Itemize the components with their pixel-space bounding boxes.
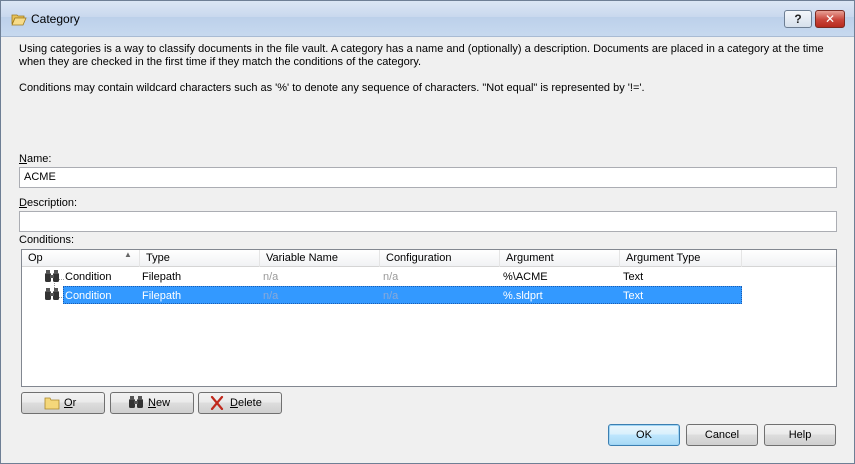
list-header: Op ▲ Type Variable Name Configuration Ar…	[22, 250, 836, 267]
new-button[interactable]: New	[110, 392, 194, 414]
name-input[interactable]: ACME	[19, 167, 837, 188]
binoculars-icon	[45, 270, 59, 282]
description-input[interactable]	[19, 211, 837, 232]
red-x-icon	[210, 396, 224, 410]
conditions-list[interactable]: Op ▲ Type Variable Name Configuration Ar…	[21, 249, 837, 387]
ok-button[interactable]: OK	[608, 424, 680, 446]
category-dialog: Category ? ✕ Using categories is a way t…	[0, 0, 855, 464]
folder-icon	[44, 397, 60, 410]
delete-button[interactable]: Delete	[198, 392, 282, 414]
column-header-variable-name[interactable]: Variable Name	[260, 250, 380, 267]
column-header-argument[interactable]: Argument	[500, 250, 620, 267]
binoculars-icon	[45, 288, 59, 300]
folder-open-icon	[11, 14, 27, 26]
binoculars-icon	[129, 396, 143, 408]
table-row[interactable]: Condition Filepath n/a n/a %\ACME Text	[22, 268, 742, 286]
window-title: Category	[31, 12, 80, 26]
cell-variable-name: n/a	[263, 271, 279, 283]
cell-argument-type: Text	[623, 290, 644, 302]
table-row-selected[interactable]: Condition Filepath n/a n/a %.sldprt Text	[63, 286, 742, 304]
dialog-body: Using categories is a way to classify do…	[1, 37, 854, 463]
title-bar[interactable]: Category ? ✕	[1, 1, 854, 37]
cell-variable-name: n/a	[263, 290, 279, 302]
cell-argument-type: Text	[623, 271, 644, 283]
description-label: Description:	[19, 197, 78, 209]
intro-paragraph-2: Conditions may contain wildcard characte…	[19, 82, 645, 94]
name-label: Name:	[19, 153, 52, 165]
cell-configuration: n/a	[383, 271, 399, 283]
cell-op: Condition	[65, 271, 112, 283]
cancel-button[interactable]: Cancel	[686, 424, 758, 446]
cell-configuration: n/a	[383, 290, 399, 302]
cell-op: Condition	[65, 290, 112, 302]
column-header-argument-type[interactable]: Argument Type	[620, 250, 742, 267]
cell-argument: %.sldprt	[503, 290, 543, 302]
conditions-label: Conditions:	[19, 234, 75, 246]
or-button[interactable]: Or	[21, 392, 105, 414]
cell-argument: %\ACME	[503, 271, 548, 283]
help-button[interactable]: Help	[764, 424, 836, 446]
sort-ascending-icon: ▲	[124, 250, 132, 259]
title-help-button[interactable]: ?	[784, 10, 812, 28]
intro-paragraph-1: Using categories is a way to classify do…	[19, 43, 824, 68]
intro-text: Using categories is a way to classify do…	[19, 43, 839, 108]
column-header-type[interactable]: Type	[140, 250, 260, 267]
title-close-button[interactable]: ✕	[815, 10, 845, 28]
cell-type: Filepath	[142, 271, 182, 283]
cell-type: Filepath	[142, 290, 182, 302]
column-header-configuration[interactable]: Configuration	[380, 250, 500, 267]
column-header-op[interactable]: Op	[22, 250, 140, 267]
